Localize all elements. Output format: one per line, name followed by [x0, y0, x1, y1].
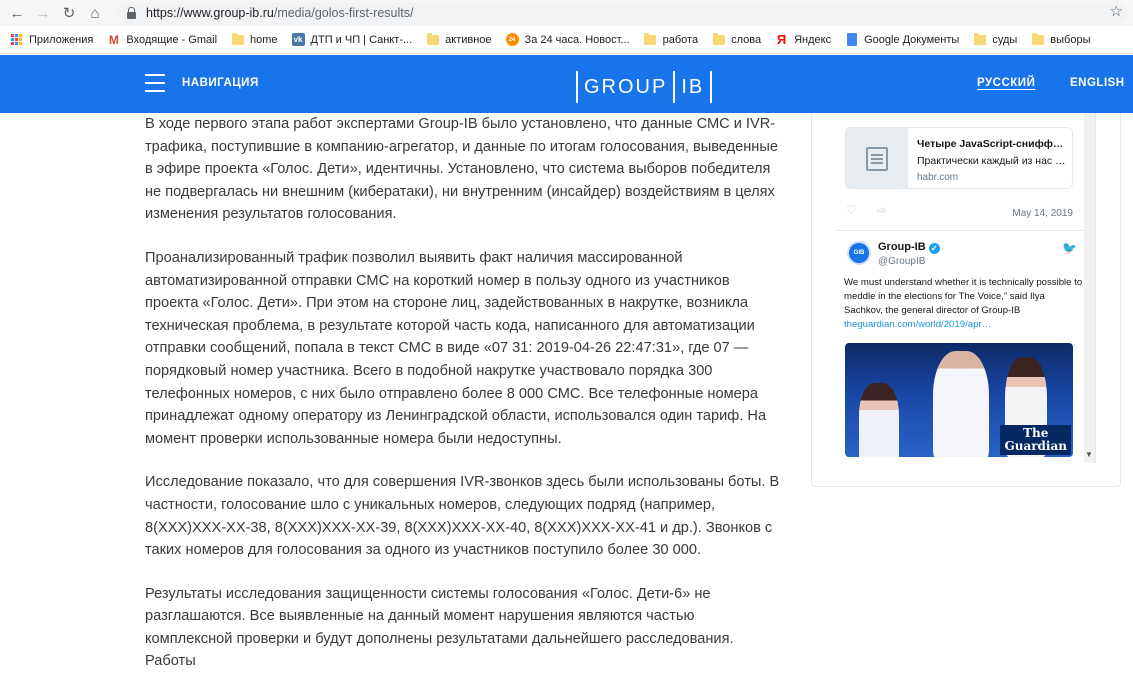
- bookmark-work[interactable]: работа: [644, 32, 699, 46]
- bookmark-label: ДТП и ЧП | Санкт-...: [310, 33, 413, 46]
- gdocs-icon: [845, 33, 858, 46]
- article-paragraph: Результаты исследования защищенности сис…: [145, 585, 734, 670]
- twitter-timeline[interactable]: Четыре JavaScript-сниффера... Практическ…: [836, 113, 1096, 463]
- lang-english-link[interactable]: ENGLISH: [1070, 77, 1125, 89]
- logo-text-left: GROUP: [584, 75, 668, 98]
- tweet-text: We must understand whether it is technic…: [844, 277, 1083, 330]
- gmail-icon: M: [108, 32, 119, 47]
- article-paragraph: В ходе первого этапа работ экспертами Gr…: [145, 116, 778, 223]
- hamburger-menu-icon[interactable]: [145, 74, 165, 92]
- bookmark-gdocs[interactable]: Google Документы: [845, 33, 959, 46]
- widget-scrollbar[interactable]: [1084, 113, 1095, 463]
- tweet-author-name[interactable]: Group-IB ✓: [878, 241, 940, 254]
- article-paragraph: Исследование показало, что для совершени…: [145, 474, 780, 559]
- folder-icon: [973, 32, 986, 46]
- bookmark-label: Входящие - Gmail: [126, 33, 218, 46]
- back-arrow-icon[interactable]: ←: [4, 0, 30, 26]
- card-description: Практически каждый из нас п...: [917, 155, 1067, 167]
- article-body: В ходе первого этапа работ экспертами Gr…: [145, 113, 785, 694]
- bookmark-vk[interactable]: vk ДТП и ЧП | Санкт-...: [291, 33, 413, 46]
- bookmarks-bar: Приложения M Входящие - Gmail home vk ДТ…: [0, 26, 1133, 54]
- singer-figure: [859, 383, 899, 457]
- article-paragraph: Проанализированный трафик позволил выяви…: [145, 249, 767, 447]
- yandex-icon: Я: [776, 32, 787, 47]
- link-card[interactable]: Четыре JavaScript-сниффера... Практическ…: [845, 127, 1073, 189]
- bookmark-label: Приложения: [29, 33, 94, 46]
- bookmark-courts[interactable]: суды: [973, 32, 1018, 46]
- share-icon[interactable]: ⇨: [877, 203, 887, 217]
- tweet-author-handle[interactable]: @GroupIB: [878, 256, 925, 267]
- verified-badge-icon: ✓: [928, 243, 940, 254]
- apps-icon: [10, 33, 23, 46]
- bookmark-label: За 24 часа. Новост...: [524, 33, 630, 46]
- tweet-date[interactable]: May 14, 2019: [1012, 208, 1073, 219]
- folder-icon: [644, 32, 657, 46]
- tweet-image[interactable]: The Guardian: [845, 343, 1073, 457]
- browser-toolbar: ← → ↻ ⌂ https://www.group-ib.ru/media/go…: [0, 0, 1133, 26]
- vk-icon: vk: [291, 33, 305, 46]
- bookmark-label: работа: [662, 33, 699, 46]
- bookmark-words[interactable]: слова: [712, 32, 762, 46]
- bookmark-label: Google Документы: [864, 33, 960, 46]
- bookmark-home[interactable]: home: [231, 32, 278, 46]
- bookmark-star-icon[interactable]: ☆: [1110, 2, 1123, 20]
- site-logo[interactable]: GROUP IB: [570, 71, 718, 103]
- divider: [836, 230, 1095, 231]
- address-bar[interactable]: https://www.group-ib.ru/media/golos-firs…: [117, 2, 1127, 24]
- bookmark-yandex[interactable]: Я Яндекс: [775, 32, 832, 47]
- heart-icon[interactable]: ♡: [846, 203, 857, 217]
- bookmark-label: выборы: [1050, 33, 1091, 46]
- bookmark-label: слова: [731, 33, 762, 46]
- document-icon: [846, 128, 908, 188]
- bookmark-elections[interactable]: выборы: [1031, 32, 1091, 46]
- bookmark-active[interactable]: активное: [426, 32, 492, 46]
- bookmark-label: активное: [445, 33, 492, 46]
- bookmark-gmail[interactable]: M Входящие - Gmail: [107, 32, 218, 47]
- guardian-logo: The Guardian: [1000, 425, 1071, 455]
- forward-arrow-icon[interactable]: →: [30, 0, 56, 26]
- card-title: Четыре JavaScript-сниффера...: [917, 138, 1067, 150]
- folder-icon: [426, 32, 439, 46]
- bookmark-label: Яндекс: [794, 33, 832, 46]
- bookmark-label: суды: [992, 33, 1018, 46]
- lang-russian-link[interactable]: РУССКИЙ: [977, 77, 1035, 89]
- card-domain: habr.com: [917, 172, 959, 183]
- folder-icon: [1031, 32, 1044, 46]
- bookmark-apps[interactable]: Приложения: [10, 33, 93, 46]
- folder-icon: [712, 32, 725, 46]
- avatar[interactable]: GIB: [847, 241, 871, 265]
- tweet-actions: ♡ ⇨: [846, 203, 907, 217]
- tweet-link[interactable]: theguardian.com/world/2019/apr…: [844, 319, 991, 330]
- singer-figure: [933, 351, 989, 457]
- site-header: НАВИГАЦИЯ GROUP IB РУССКИЙ ENGLISH: [0, 55, 1133, 113]
- lock-icon: [127, 6, 136, 19]
- twitter-bird-icon[interactable]: 🐦: [1062, 241, 1077, 255]
- news24-icon: 24: [505, 33, 519, 46]
- scroll-down-arrow-icon[interactable]: ▼: [1085, 450, 1093, 459]
- bookmark-news24[interactable]: 24 За 24 часа. Новост...: [505, 33, 630, 46]
- folder-icon: [231, 32, 244, 46]
- reload-icon[interactable]: ↻: [56, 0, 82, 26]
- bookmark-label: home: [250, 33, 278, 46]
- url-text: https://www.group-ib.ru/media/golos-firs…: [146, 6, 414, 20]
- navigation-button[interactable]: НАВИГАЦИЯ: [182, 77, 259, 89]
- logo-text-right: IB: [681, 75, 705, 98]
- home-icon[interactable]: ⌂: [82, 0, 108, 26]
